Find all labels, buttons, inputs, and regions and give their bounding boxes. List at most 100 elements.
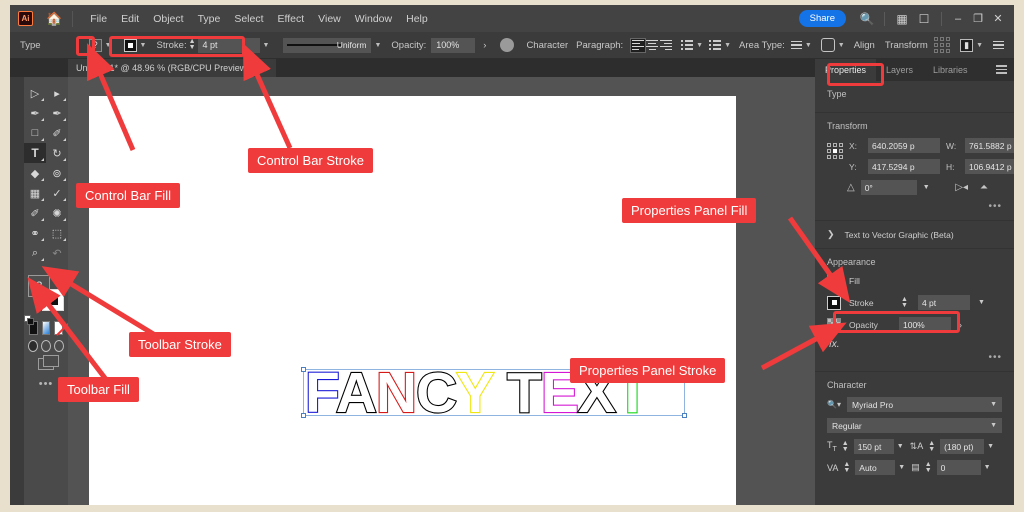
appearance-more-options[interactable]: ••• [827, 352, 1002, 363]
none-swatch-icon[interactable] [54, 321, 64, 335]
home-icon[interactable]: 🏠 [46, 12, 62, 25]
search-icon[interactable]: 🔍 [856, 12, 878, 26]
curvature-tool-icon[interactable]: ✒ [46, 103, 68, 123]
recolor-artwork-icon[interactable] [500, 38, 515, 52]
tracking-input[interactable]: 0 [936, 460, 981, 475]
font-family-input[interactable]: Myriad Pro ▼ [846, 397, 1002, 412]
zoom-tool-icon[interactable]: ⌕ [24, 243, 46, 263]
chevron-down-icon[interactable]: ▼ [805, 42, 812, 49]
numbered-list-icon[interactable] [709, 40, 722, 50]
opacity-input[interactable]: 100% [431, 37, 476, 53]
paintbrush-tool-icon[interactable]: ✐ [46, 123, 68, 143]
blend-tool-icon[interactable]: ✺ [46, 203, 68, 223]
symbol-sprayer-tool-icon[interactable]: ⚭ [24, 223, 46, 243]
draw-inside-icon[interactable] [54, 340, 64, 352]
menu-edit[interactable]: Edit [114, 9, 146, 29]
menu-view[interactable]: View [311, 9, 348, 29]
chevron-right-icon[interactable]: ❯ [827, 229, 835, 240]
direct-selection-tool-icon[interactable]: ▸ [46, 83, 68, 103]
shape-builder-tool-icon[interactable]: ⊚ [46, 163, 68, 183]
gradient-swatch-icon[interactable] [41, 321, 51, 335]
menu-type[interactable]: Type [191, 9, 228, 29]
flip-vertical-icon[interactable]: ⏶ [980, 182, 988, 193]
appearance-fill-row[interactable]: ? Fill [827, 274, 1002, 288]
menu-window[interactable]: Window [348, 9, 399, 29]
w-input[interactable]: 761.5882 p [965, 138, 1014, 153]
change-screen-mode-icon[interactable] [38, 355, 59, 370]
chevron-down-icon[interactable]: ▼ [696, 42, 703, 49]
font-size-stepper[interactable]: ▲ ▼ [842, 440, 849, 453]
x-input[interactable]: 640.2059 p [868, 138, 940, 153]
undo-icon[interactable]: ↶ [46, 243, 68, 263]
chevron-down-icon[interactable]: ▼ [990, 422, 997, 429]
font-size-input[interactable]: 150 pt [853, 439, 894, 454]
rectangle-tool-icon[interactable]: □ [24, 123, 46, 143]
artboard-tool-icon[interactable]: ⬚ [46, 223, 68, 243]
chevron-down-icon[interactable]: ▼ [976, 42, 983, 49]
align-button[interactable]: Align [854, 40, 875, 51]
h-input[interactable]: 106.9412 p [965, 159, 1014, 174]
menu-help[interactable]: Help [399, 9, 435, 29]
draw-normal-icon[interactable] [28, 340, 38, 352]
chevron-down-icon[interactable]: ▼ [923, 184, 930, 191]
width-tool-icon[interactable]: ✓ [46, 183, 68, 203]
vector-graphic-section[interactable]: ❯ Text to Vector Graphic (Beta) [815, 221, 1014, 249]
tab-libraries[interactable]: Libraries [923, 59, 978, 81]
y-input[interactable]: 417.5294 p [868, 159, 940, 174]
toolbar-fill-swatch[interactable]: ? [28, 275, 50, 297]
arrange-documents-icon[interactable]: ▦ [891, 12, 913, 26]
transform-more-options[interactable]: ••• [827, 201, 1002, 212]
rotate-tool-icon[interactable]: ↻ [46, 143, 68, 163]
share-button[interactable]: Share [798, 10, 846, 27]
resize-handle[interactable] [682, 413, 687, 418]
chevron-down-icon[interactable]: ▼ [984, 464, 991, 471]
menu-effect[interactable]: Effect [271, 9, 312, 29]
transform-button[interactable]: Transform [885, 40, 928, 51]
chevron-down-icon[interactable]: ▼ [898, 464, 905, 471]
angle-input[interactable]: 0° [860, 180, 917, 195]
search-font-icon[interactable]: 🔍▾ [827, 400, 841, 409]
bulleted-list-icon[interactable] [681, 40, 694, 50]
leading-input[interactable]: (180 pt) [940, 439, 985, 454]
window-restore-button[interactable]: ❐ [968, 12, 988, 25]
opacity-options-button[interactable]: › [483, 40, 486, 51]
leading-stepper[interactable]: ▲ ▼ [928, 440, 935, 453]
chevron-down-icon[interactable]: ▼ [897, 443, 904, 450]
character-link[interactable]: Character [526, 40, 568, 51]
paragraph-link[interactable]: Paragraph: [576, 40, 623, 51]
artboard-icon[interactable]: ▮ [960, 38, 974, 52]
reference-point-icon[interactable] [827, 143, 843, 159]
anchor-points-icon[interactable] [934, 37, 951, 53]
document-tab[interactable]: Untitled-1* @ 48.96 % (RGB/CPU Preview) … [68, 59, 276, 77]
properties-stroke-swatch[interactable] [827, 295, 841, 310]
properties-fill-swatch[interactable]: ? [827, 274, 841, 288]
pen-tool-icon[interactable]: ✒ [24, 103, 46, 123]
selection-tool-icon[interactable]: ▷ [24, 83, 46, 103]
type-tool-icon[interactable]: T [24, 143, 46, 163]
draw-behind-icon[interactable] [41, 340, 51, 352]
artboard[interactable]: FANCY TEXT [89, 96, 736, 505]
panel-menu-icon[interactable] [993, 40, 1004, 50]
text-wrap-icon[interactable] [820, 38, 835, 52]
fx-button[interactable]: fx. [829, 339, 1002, 350]
tracking-stepper[interactable]: ▲ ▼ [925, 461, 932, 474]
appearance-stroke-row[interactable]: Stroke ▲ ▼ 4 pt ▼ [827, 295, 1002, 310]
align-center-icon[interactable] [645, 39, 659, 52]
stroke-weight-stepper[interactable]: ▲ ▼ [901, 296, 908, 309]
font-style-input[interactable]: Regular ▼ [827, 418, 1002, 433]
chevron-down-icon[interactable]: ▼ [990, 401, 997, 408]
chevron-down-icon[interactable]: ▼ [263, 42, 270, 49]
eraser-tool-icon[interactable]: ◆ [24, 163, 46, 183]
menu-file[interactable]: File [83, 9, 114, 29]
chevron-down-icon[interactable]: ▼ [987, 443, 994, 450]
close-icon[interactable]: × [263, 64, 268, 73]
window-minimize-button[interactable]: – [948, 13, 968, 25]
align-left-icon[interactable] [630, 37, 647, 53]
properties-stroke-weight-input[interactable]: 4 pt [917, 295, 970, 310]
eyedropper-tool-icon[interactable]: ✐ [24, 203, 46, 223]
workspace-switcher-icon[interactable]: ☐ [913, 12, 935, 26]
chevron-down-icon[interactable]: ▼ [978, 299, 985, 306]
panel-menu-icon[interactable] [996, 65, 1007, 76]
menu-object[interactable]: Object [146, 9, 190, 29]
kerning-stepper[interactable]: ▲ ▼ [843, 461, 850, 474]
